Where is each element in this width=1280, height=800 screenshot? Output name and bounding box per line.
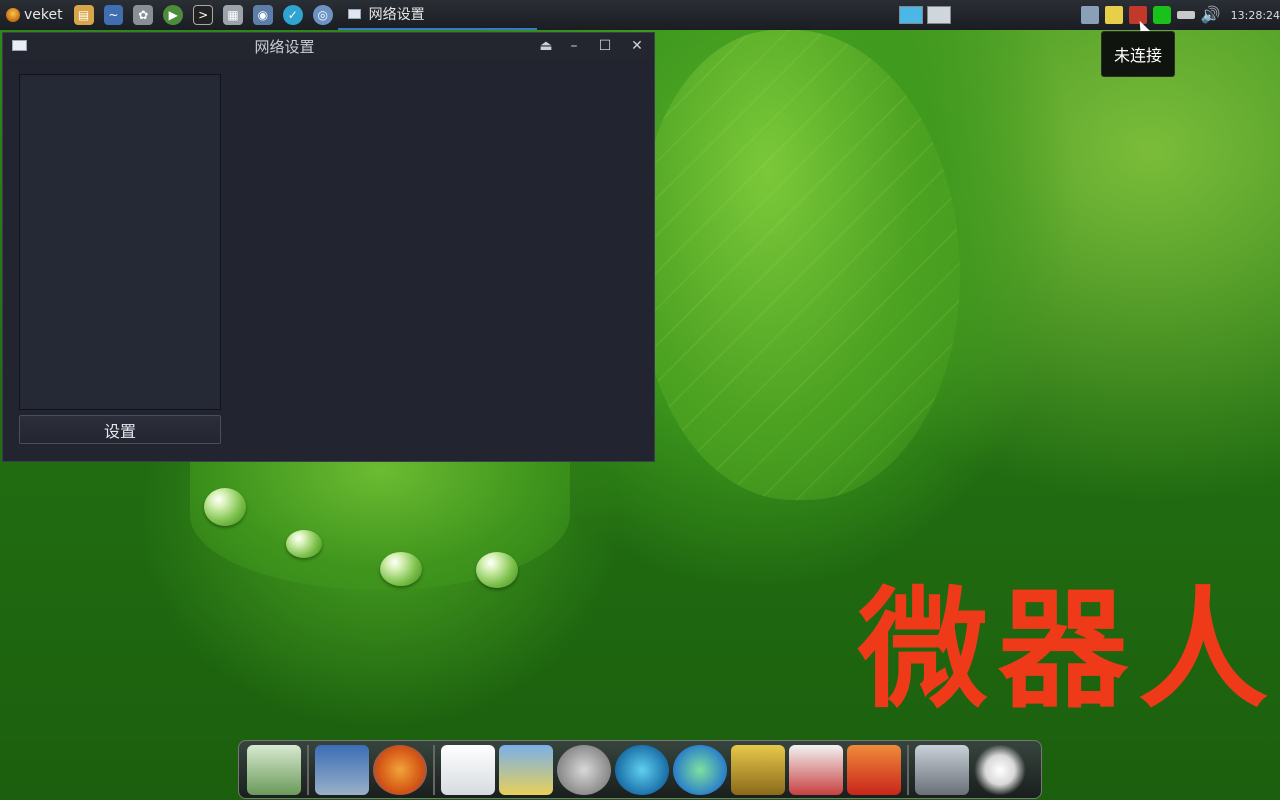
system-tray: 🔊 13:28:24 [1080, 6, 1280, 24]
network-tooltip: 未连接 [1101, 31, 1175, 77]
camera-icon[interactable]: ◉ [252, 5, 273, 25]
workspace-2[interactable] [926, 6, 951, 24]
clock-label: 13:28:24 [1230, 8, 1280, 22]
dock-separator [433, 744, 435, 795]
battery-icon[interactable] [1152, 6, 1171, 24]
start-menu-button[interactable]: veket [0, 0, 69, 30]
settings-button[interactable]: 设置 [19, 415, 221, 444]
top-panel: veket ▤ ~ ✿ ▶ > ▦ ◉ ✓ ◎ 网络设置 🔊 13:28:24 [0, 0, 1280, 30]
clock-icon[interactable]: ✓ [282, 5, 303, 25]
image-viewer-icon[interactable] [499, 744, 553, 795]
rocket-icon[interactable] [847, 744, 901, 795]
network-icon[interactable]: ◎ [312, 5, 333, 25]
folder-icon[interactable]: ▤ [73, 5, 94, 25]
notepad-icon[interactable] [441, 744, 495, 795]
network-interface-list[interactable] [19, 74, 221, 410]
drive-tray-icon[interactable] [1176, 11, 1195, 19]
network-settings-window: 网络设置 ⏏ – ☐ ✕ 设置 [2, 32, 655, 462]
taskbar-window-title: 网络设置 [368, 7, 425, 23]
window-title: 网络设置 [254, 37, 315, 56]
water-drop [476, 552, 518, 588]
minimize-icon[interactable]: – [564, 36, 584, 56]
printer-icon[interactable]: ▦ [223, 5, 243, 25]
window-titlebar[interactable]: 网络设置 ⏏ – ☐ ✕ [3, 33, 654, 59]
taskbar-window-button[interactable]: 网络设置 [337, 0, 537, 30]
wallpaper-leaf [640, 30, 960, 500]
veket-logo-icon [6, 8, 20, 22]
atom-icon[interactable] [615, 744, 669, 795]
door-exit-icon[interactable] [731, 744, 785, 795]
dock-separator [307, 744, 309, 795]
water-drop [380, 552, 422, 586]
maximize-icon[interactable]: ☐ [595, 36, 615, 56]
wallpaper-brand-text: 微器人 [858, 574, 1279, 726]
play-icon[interactable]: ▶ [163, 5, 184, 25]
settings-icon[interactable]: ✿ [133, 5, 154, 25]
water-drop [286, 530, 322, 558]
workspace-pager [898, 6, 951, 24]
terminal-icon[interactable]: > [193, 5, 214, 25]
brightness-icon[interactable] [973, 744, 1027, 795]
monitor-icon[interactable]: ~ [103, 5, 124, 25]
app-dock [238, 740, 1042, 799]
dock-separator [907, 744, 909, 795]
leaf-app-icon[interactable] [247, 744, 301, 795]
window-icon [347, 9, 361, 19]
workspace-1[interactable] [898, 6, 923, 24]
computer-icon[interactable] [315, 744, 369, 795]
chart-icon[interactable] [789, 744, 843, 795]
close-icon[interactable]: ✕ [627, 36, 647, 56]
clipboard-icon[interactable] [1104, 6, 1123, 24]
eject-icon[interactable]: ⏏ [536, 36, 556, 56]
music-player-icon[interactable] [557, 744, 611, 795]
drive-icon[interactable] [915, 744, 969, 795]
start-label: veket [24, 7, 63, 23]
volume-icon[interactable]: 🔊 [1201, 6, 1221, 24]
firefox-icon[interactable] [373, 744, 427, 795]
media-play-icon[interactable] [673, 744, 727, 795]
network-status-icon[interactable] [1080, 6, 1099, 24]
water-drop [204, 488, 246, 526]
